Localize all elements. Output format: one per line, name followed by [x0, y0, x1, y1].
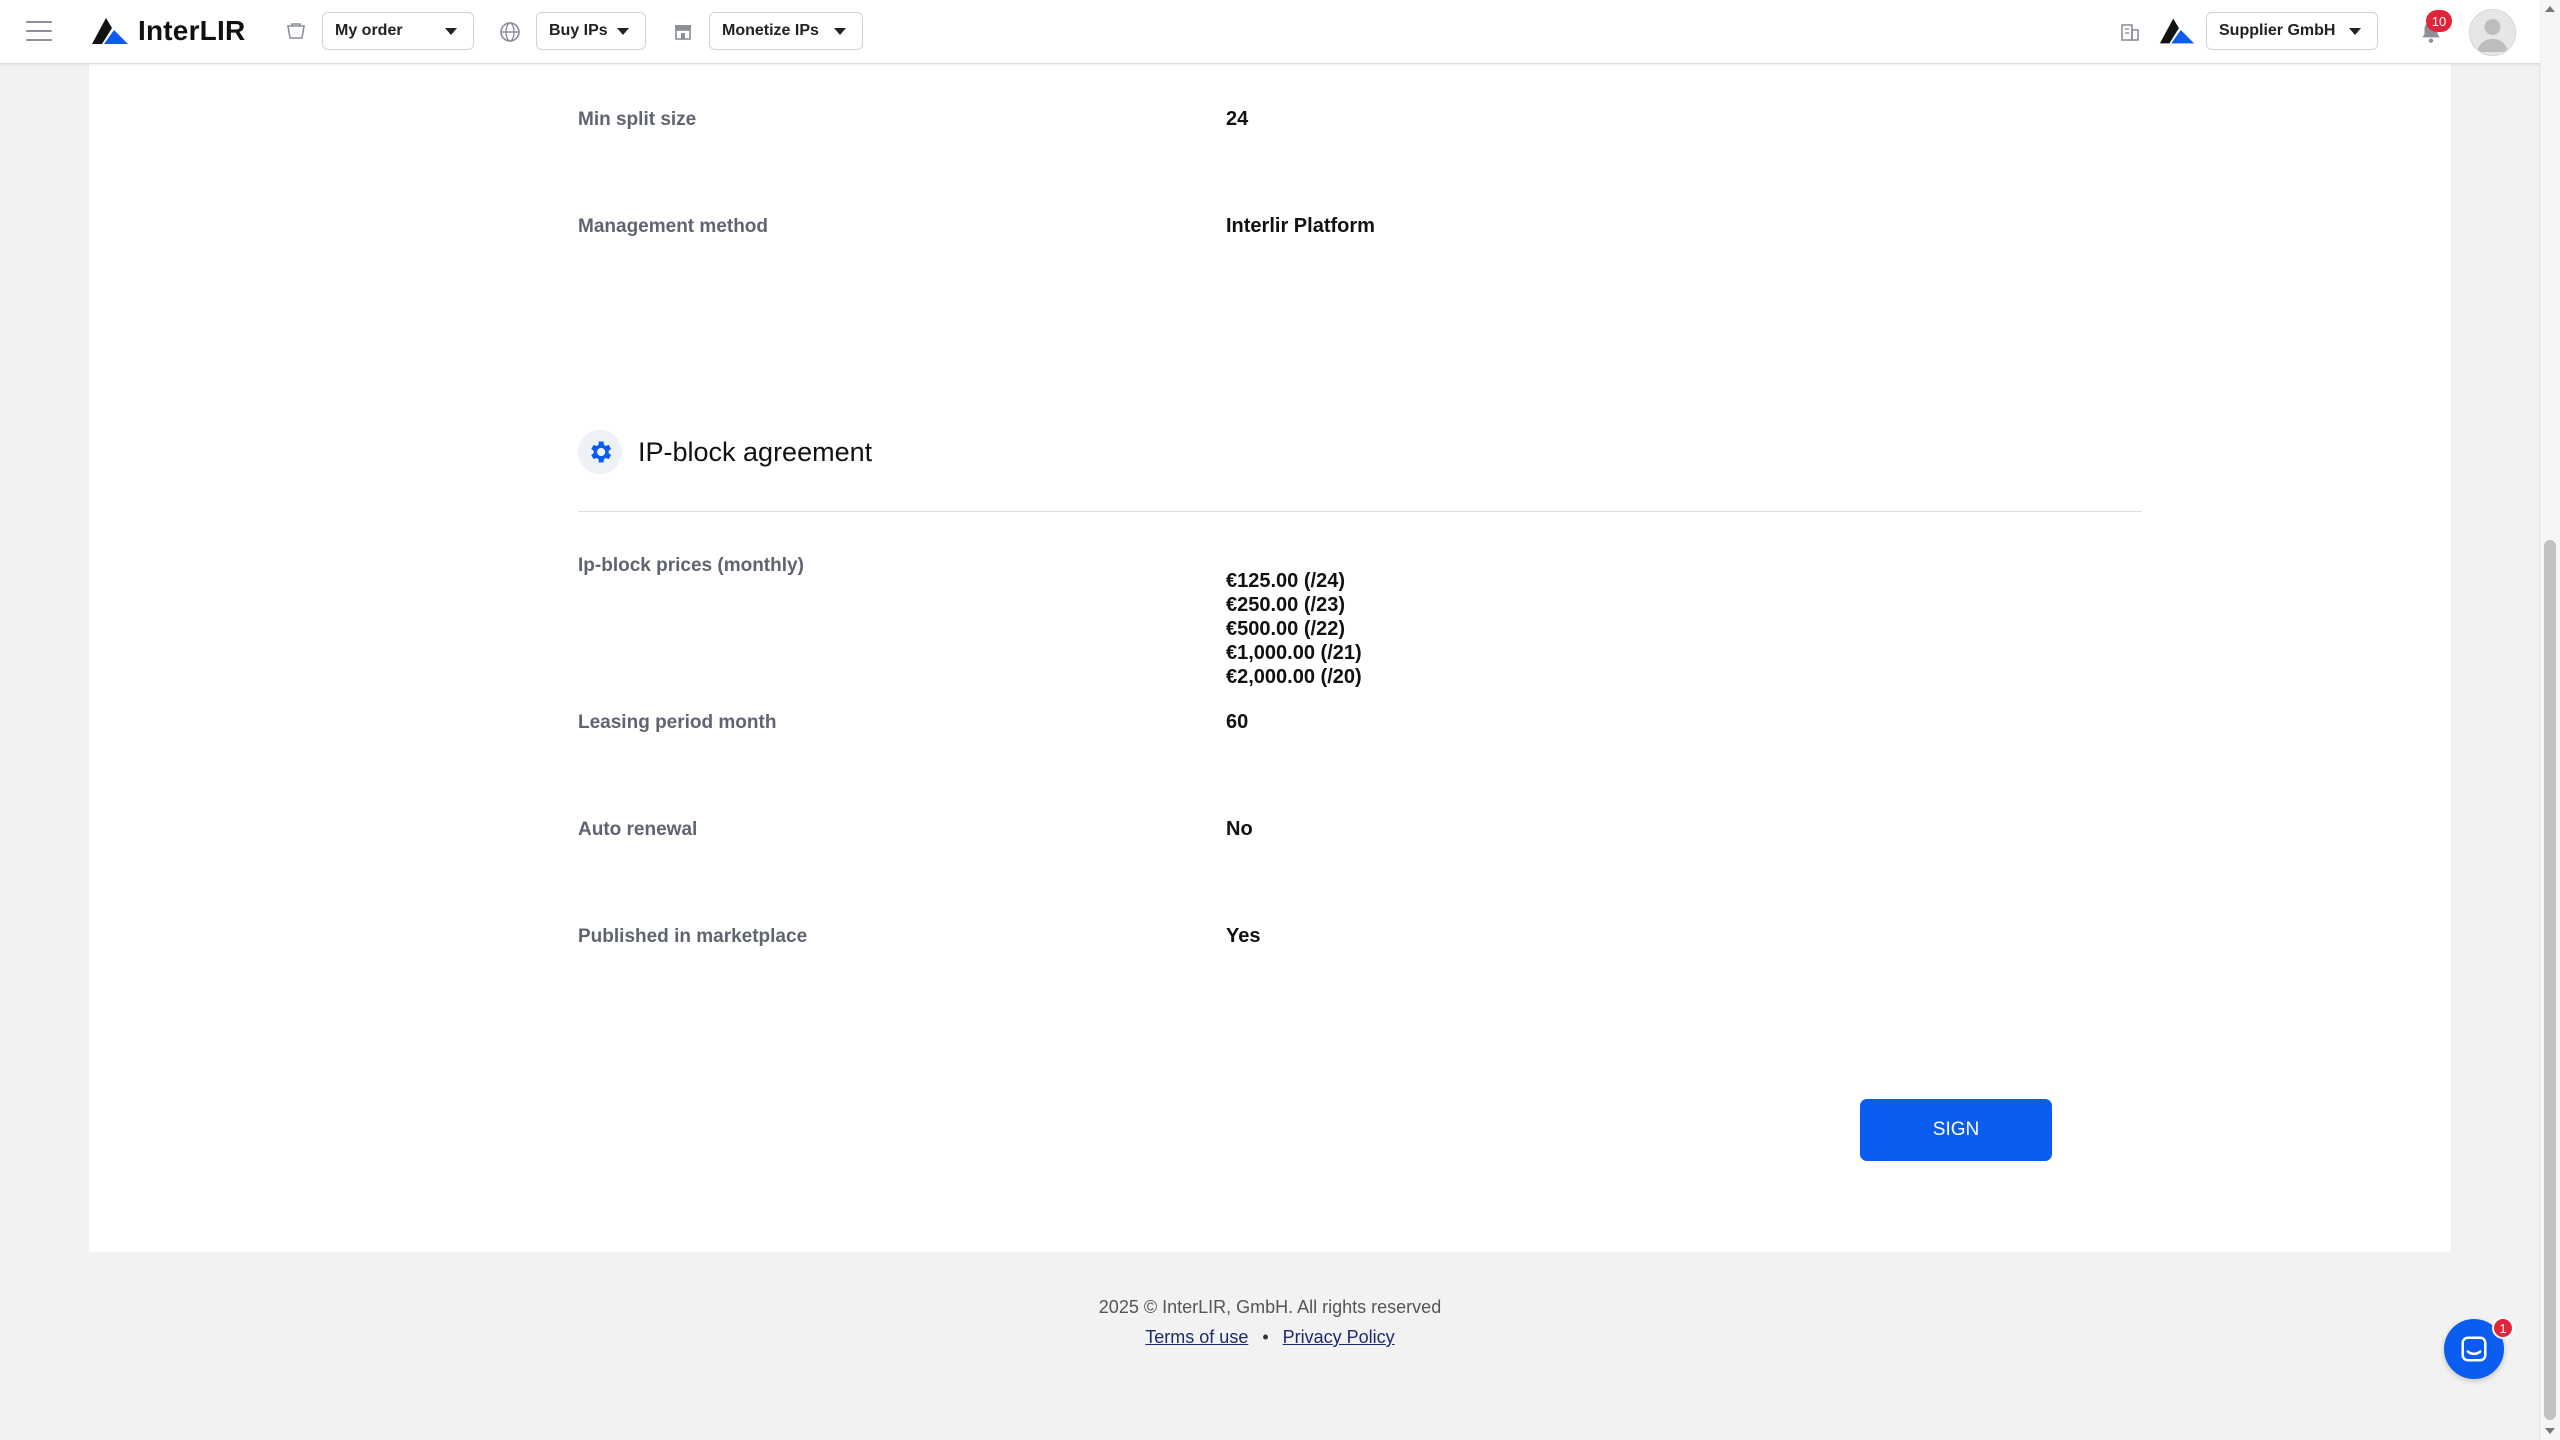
sign-button[interactable]: SIGN — [1860, 1099, 2052, 1161]
terms-of-use-link[interactable]: Terms of use — [1145, 1327, 1248, 1347]
scroll-up-arrow-icon[interactable] — [2545, 6, 2555, 12]
building-icon — [2121, 24, 2139, 41]
chevron-down-icon — [617, 28, 629, 35]
section-title: IP-block agreement — [638, 437, 873, 467]
ip-block-price-list: €125.00 (/24) €250.00 (/23) €500.00 (/22… — [1226, 569, 1362, 689]
price-item: €1,000.00 (/21) — [1226, 642, 1362, 664]
auto-renewal-value: No — [1226, 818, 1253, 840]
leasing-period-label: Leasing period month — [578, 712, 777, 733]
app-logo[interactable]: InterLIR — [90, 14, 245, 48]
menu-icon[interactable] — [26, 21, 52, 43]
buy-ips-label: Buy IPs — [549, 22, 608, 39]
min-split-size-value: 24 — [1226, 108, 1249, 130]
interlir-logo-icon — [92, 18, 128, 44]
cart-icon — [287, 23, 305, 39]
page-scrollbar[interactable] — [2539, 0, 2560, 1440]
monetize-ips-dropdown[interactable]: Monetize IPs — [709, 12, 863, 50]
company-select-label: Supplier GmbH — [2219, 22, 2336, 39]
buy-ips-dropdown[interactable]: Buy IPs — [536, 12, 646, 50]
store-icon — [675, 25, 691, 40]
chevron-down-icon — [2349, 28, 2361, 35]
chat-badge: 1 — [2492, 1317, 2514, 1339]
logo-text: InterLIR — [138, 15, 246, 46]
management-method-label: Management method — [578, 216, 769, 237]
company-select[interactable]: Supplier GmbH — [2206, 12, 2378, 50]
auto-renewal-label: Auto renewal — [578, 819, 698, 840]
chat-icon — [2461, 1336, 2487, 1362]
footer-copyright: 2025 © InterLIR, GmbH. All rights reserv… — [1098, 1297, 1442, 1317]
leasing-period-value: 60 — [1226, 711, 1249, 733]
user-icon — [2477, 19, 2508, 52]
chevron-down-icon — [445, 28, 457, 35]
privacy-policy-link[interactable]: Privacy Policy — [1283, 1327, 1395, 1347]
price-item: €250.00 (/23) — [1226, 594, 1345, 616]
scroll-down-arrow-icon[interactable] — [2545, 1428, 2555, 1434]
published-label: Published in marketplace — [578, 926, 808, 947]
published-value: Yes — [1226, 925, 1261, 947]
price-item: €2,000.00 (/20) — [1226, 666, 1362, 688]
my-order-dropdown[interactable]: My order — [322, 12, 474, 50]
notification-badge: 10 — [2426, 10, 2452, 32]
monetize-ips-label: Monetize IPs — [722, 22, 819, 39]
top-navbar: InterLIR My order Buy IPs Monetize IPs S… — [0, 0, 2540, 64]
company-logo-icon — [2159, 18, 2195, 44]
price-item: €125.00 (/24) — [1226, 570, 1345, 592]
agreement-card: Min split size 24 Management method Inte… — [89, 64, 2451, 1252]
ip-block-prices-label: Ip-block prices (monthly) — [578, 555, 804, 576]
avatar[interactable] — [2469, 9, 2516, 56]
footer-separator: • — [1262, 1327, 1269, 1347]
min-split-size-label: Min split size — [578, 109, 697, 130]
management-method-value: Interlir Platform — [1226, 215, 1375, 237]
gear-icon — [591, 441, 612, 463]
my-order-label: My order — [335, 22, 403, 39]
price-item: €500.00 (/22) — [1226, 618, 1345, 640]
scrollbar-thumb[interactable] — [2544, 540, 2556, 1420]
footer-links: Terms of use • Privacy Policy — [0, 1327, 2540, 1348]
globe-icon — [500, 22, 520, 42]
section-divider — [578, 511, 2142, 512]
section-icon — [578, 430, 622, 474]
chevron-down-icon — [834, 28, 846, 35]
